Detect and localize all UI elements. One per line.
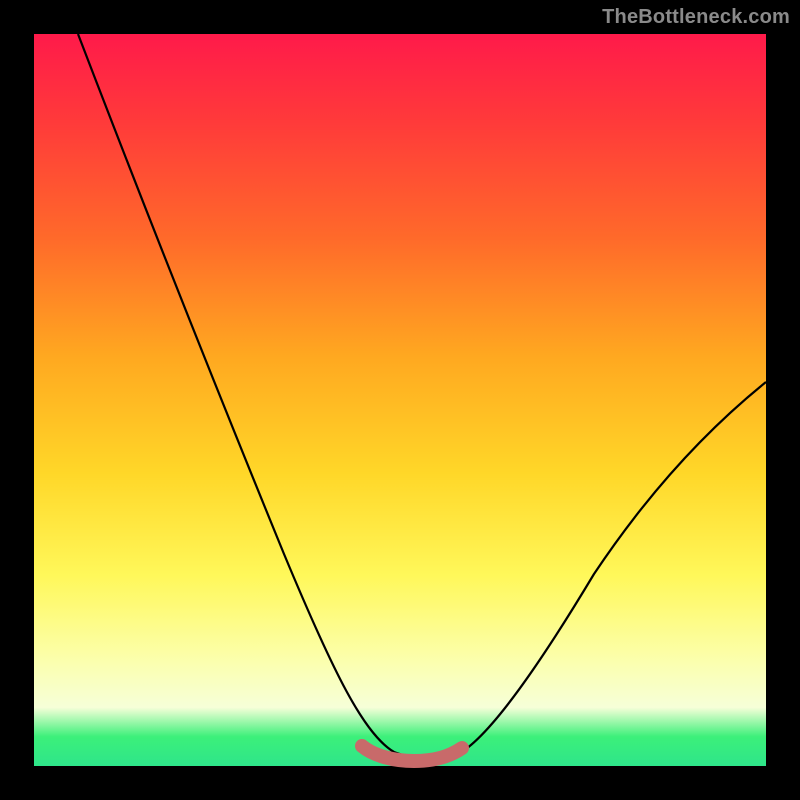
chart-frame: TheBottleneck.com <box>0 0 800 800</box>
bottleneck-minimum-highlight <box>362 746 462 761</box>
bottleneck-curve-svg <box>34 34 766 766</box>
bottleneck-curve <box>78 34 766 759</box>
watermark-label: TheBottleneck.com <box>602 6 790 29</box>
plot-area <box>34 34 766 766</box>
